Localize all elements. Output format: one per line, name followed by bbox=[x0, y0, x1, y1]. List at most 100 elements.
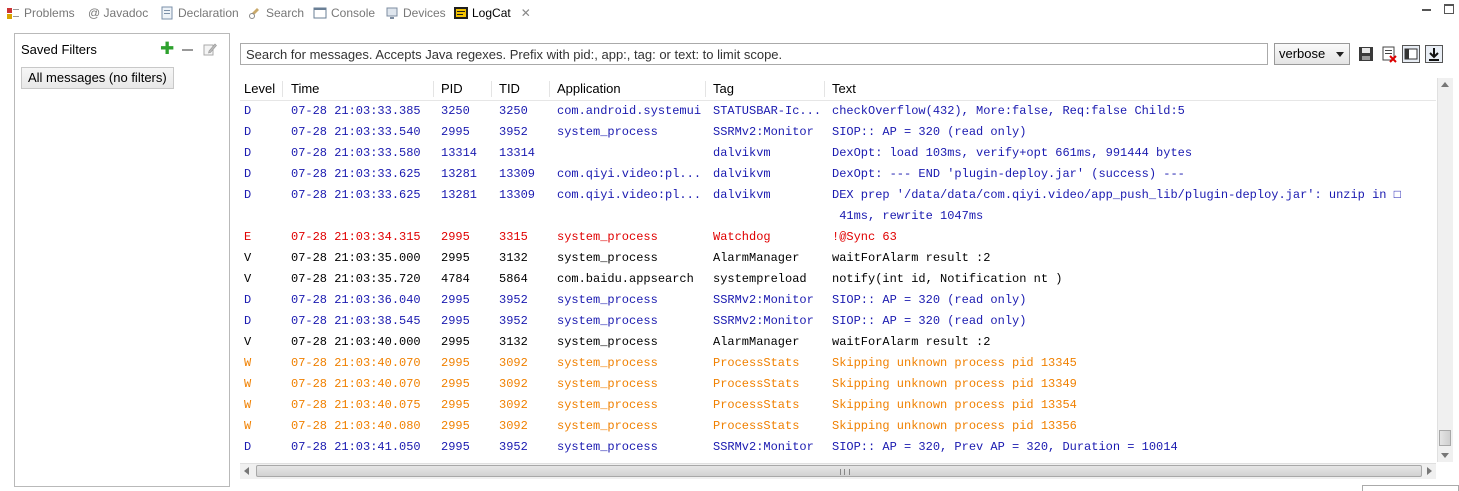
cell-text: SIOP:: AP = 320 (read only) bbox=[832, 314, 1027, 328]
log-row[interactable]: D 07-28 21:03:36.040 2995 3952 system_proces… bbox=[240, 290, 1436, 311]
cell-tag: AlarmManager bbox=[713, 335, 800, 349]
cell-tag: ProcessStats bbox=[713, 377, 800, 391]
edit-icon bbox=[203, 43, 217, 56]
log-row[interactable]: D 07-28 21:03:33.625 13281 13309 com.qiyi.vi… bbox=[240, 185, 1436, 227]
log-row[interactable]: D 07-28 21:03:38.545 2995 3952 system_proces… bbox=[240, 311, 1436, 332]
cell-text: Skipping unknown process pid 13356 bbox=[832, 419, 1077, 433]
log-row[interactable]: D 07-28 21:03:33.580 13314 13314 dalvikvm Dex… bbox=[240, 143, 1436, 164]
edit-filter-button[interactable] bbox=[203, 42, 217, 56]
cell-text: Skipping unknown process pid 13345 bbox=[832, 356, 1077, 370]
cell-application: system_process bbox=[557, 314, 658, 328]
tab-label: Devices bbox=[403, 6, 446, 20]
column-header-level[interactable]: Level bbox=[244, 81, 275, 96]
column-divider[interactable] bbox=[549, 81, 550, 97]
horizontal-scrollbar[interactable] bbox=[240, 463, 1436, 479]
scroll-left-icon[interactable] bbox=[244, 467, 249, 475]
column-header-application[interactable]: Application bbox=[557, 81, 621, 96]
scroll-up-icon[interactable] bbox=[1441, 82, 1449, 87]
column-divider[interactable] bbox=[282, 81, 283, 97]
search-input[interactable] bbox=[241, 44, 1267, 64]
column-header-pid[interactable]: PID bbox=[441, 81, 463, 96]
tab-declaration[interactable]: Declaration bbox=[160, 3, 239, 23]
cell-time: 07-28 21:03:33.580 bbox=[291, 146, 421, 160]
log-level-select[interactable]: verbose bbox=[1274, 43, 1350, 65]
column-divider[interactable] bbox=[705, 81, 706, 97]
cell-tag: ProcessStats bbox=[713, 356, 800, 370]
cell-level: W bbox=[244, 356, 252, 370]
cell-time: 07-28 21:03:40.000 bbox=[291, 335, 421, 349]
save-log-button[interactable] bbox=[1357, 45, 1375, 63]
log-row[interactable]: V 07-28 21:03:40.000 2995 3132 system_proces… bbox=[240, 332, 1436, 353]
toggle-filters-pane-button[interactable] bbox=[1402, 45, 1420, 63]
minimize-view-button[interactable] bbox=[1422, 4, 1431, 11]
cell-time: 07-28 21:03:40.080 bbox=[291, 419, 421, 433]
vertical-scrollbar[interactable] bbox=[1437, 78, 1453, 462]
cell-application: system_process bbox=[557, 230, 658, 244]
cell-pid: 2995 bbox=[441, 125, 470, 139]
cell-time: 07-28 21:03:40.070 bbox=[291, 356, 421, 370]
tab-label: Console bbox=[331, 6, 376, 20]
column-divider[interactable] bbox=[433, 81, 434, 97]
log-row[interactable]: W 07-28 21:03:40.075 2995 3092 system_proces… bbox=[240, 395, 1436, 416]
cell-pid: 13314 bbox=[441, 146, 478, 160]
remove-filter-button[interactable] bbox=[182, 49, 193, 51]
scroll-down-icon[interactable] bbox=[1441, 453, 1449, 458]
cell-tag: ProcessStats bbox=[713, 419, 800, 433]
tab-console[interactable]: Console bbox=[313, 3, 375, 23]
cell-application: com.qiyi.video:pl... bbox=[557, 167, 702, 181]
add-filter-button[interactable]: ✚ bbox=[160, 40, 174, 57]
scroll-lock-button[interactable] bbox=[1425, 45, 1443, 63]
column-header-tid[interactable]: TID bbox=[499, 81, 520, 96]
column-header-text[interactable]: Text bbox=[832, 81, 856, 96]
column-header-time[interactable]: Time bbox=[291, 81, 319, 96]
cell-level: V bbox=[244, 335, 252, 349]
tab-devices[interactable]: Devices bbox=[385, 3, 446, 23]
cell-level: D bbox=[244, 314, 252, 328]
log-row[interactable]: D 07-28 21:03:41.050 2995 3952 system_proces… bbox=[240, 437, 1436, 458]
cell-application: com.baidu.appsearch bbox=[557, 272, 694, 286]
column-divider[interactable] bbox=[824, 81, 825, 97]
log-row[interactable]: V 07-28 21:03:35.720 4784 5864 com.baidu.app… bbox=[240, 269, 1436, 290]
tab-label: Search bbox=[266, 6, 305, 20]
clear-log-button[interactable] bbox=[1380, 45, 1398, 63]
log-row[interactable]: W 07-28 21:03:40.080 2995 3092 system_proces… bbox=[240, 416, 1436, 437]
vertical-scroll-thumb[interactable] bbox=[1439, 430, 1451, 446]
filter-item-all-messages[interactable]: All messages (no filters) bbox=[21, 67, 174, 89]
problems-icon bbox=[6, 6, 20, 20]
column-header-tag[interactable]: Tag bbox=[713, 81, 734, 96]
log-row[interactable]: D 07-28 21:03:33.540 2995 3952 system_proces… bbox=[240, 122, 1436, 143]
plus-icon: ✚ bbox=[160, 39, 175, 58]
log-row[interactable]: V 07-28 21:03:35.000 2995 3132 system_proces… bbox=[240, 248, 1436, 269]
horizontal-scroll-thumb[interactable] bbox=[256, 465, 1422, 477]
cell-level: W bbox=[244, 419, 252, 433]
status-field bbox=[1362, 485, 1459, 491]
cell-application: system_process bbox=[557, 419, 658, 433]
log-row[interactable]: D 07-28 21:03:33.385 3250 3250 com.android.s… bbox=[240, 101, 1436, 122]
tab-problems[interactable]: Problems bbox=[6, 3, 75, 23]
log-row[interactable]: W 07-28 21:03:40.070 2995 3092 system_proces… bbox=[240, 353, 1436, 374]
column-divider[interactable] bbox=[491, 81, 492, 97]
cell-pid: 2995 bbox=[441, 293, 470, 307]
cell-level: E bbox=[244, 230, 252, 244]
view-tab-bar: Problems @ Javadoc Declaration Search Co… bbox=[0, 0, 1459, 26]
tab-search[interactable]: Search bbox=[248, 3, 304, 23]
cell-text: notify(int id, Notification nt ) bbox=[832, 272, 1063, 286]
cell-text: DEX prep '/data/data/com.qiyi.video/app_… bbox=[832, 188, 1401, 223]
cell-level: D bbox=[244, 167, 252, 181]
log-row[interactable]: D 07-28 21:03:33.625 13281 13309 com.qiyi.vi… bbox=[240, 164, 1436, 185]
tab-javadoc[interactable]: @ Javadoc bbox=[88, 3, 148, 23]
maximize-view-button[interactable] bbox=[1444, 4, 1454, 14]
close-icon[interactable]: ✕ bbox=[521, 3, 531, 23]
tab-logcat[interactable]: LogCat ✕ bbox=[454, 3, 531, 23]
scroll-right-icon[interactable] bbox=[1427, 467, 1432, 475]
cell-tag: SSRMv2:Monitor bbox=[713, 125, 814, 139]
cell-application: system_process bbox=[557, 356, 658, 370]
logcat-icon bbox=[454, 6, 468, 20]
tab-label: LogCat bbox=[472, 6, 511, 20]
cell-tag: STATUSBAR-Ic... bbox=[713, 104, 822, 118]
cell-time: 07-28 21:03:36.040 bbox=[291, 293, 421, 307]
console-icon bbox=[313, 6, 327, 20]
log-row[interactable]: W 07-28 21:03:40.070 2995 3092 system_proces… bbox=[240, 374, 1436, 395]
log-table-header: Level Time PID TID Application Tag Text bbox=[240, 78, 1436, 101]
log-row[interactable]: E 07-28 21:03:34.315 2995 3315 system_proces… bbox=[240, 227, 1436, 248]
